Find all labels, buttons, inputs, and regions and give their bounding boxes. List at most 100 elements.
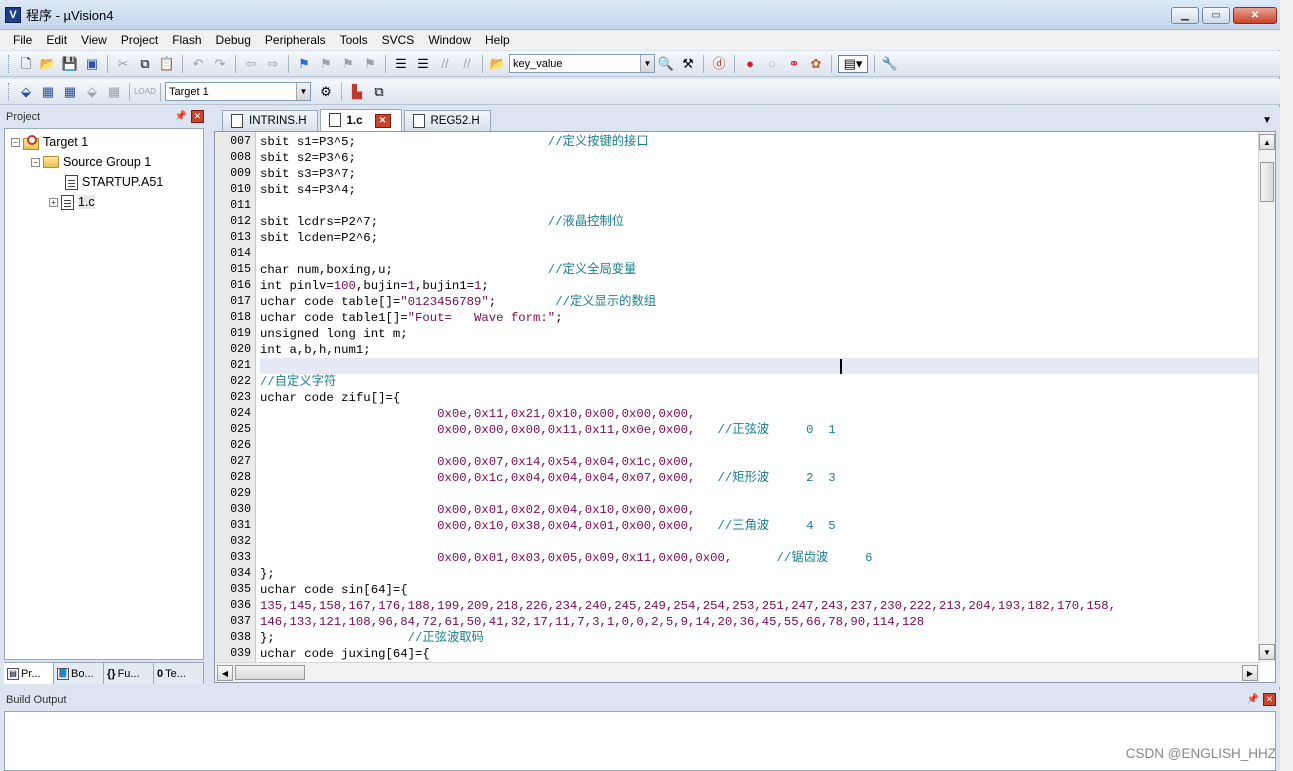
unindent-icon[interactable]: ☰: [414, 55, 432, 73]
code-line[interactable]: 0x00,0x01,0x03,0x05,0x09,0x11,0x00,0x00,…: [260, 550, 872, 566]
target-options-icon[interactable]: ⚙: [317, 83, 335, 101]
code-line[interactable]: sbit lcden=P2^6;: [260, 230, 378, 246]
tab-templates[interactable]: 0 Te...: [154, 663, 204, 684]
disable-breakpoint-icon[interactable]: ○: [763, 55, 781, 73]
menu-flash[interactable]: Flash: [165, 30, 208, 50]
menu-tools[interactable]: Tools: [333, 30, 375, 50]
code-line[interactable]: int pinlv=100,bujin=1,bujin1=1;: [260, 278, 489, 294]
tree-node-source-group[interactable]: − Source Group 1: [31, 153, 151, 171]
rebuild-icon[interactable]: ▦: [61, 83, 79, 101]
menu-window[interactable]: Window: [421, 30, 478, 50]
scroll-right-icon[interactable]: ▶: [1242, 665, 1258, 681]
maximize-button[interactable]: ▭: [1202, 7, 1230, 24]
code-line[interactable]: uchar code sin[64]={: [260, 582, 408, 598]
code-line[interactable]: uchar code table[]="0123456789"; //定义显示的…: [260, 294, 656, 310]
configure-icon[interactable]: 🔧: [881, 55, 899, 73]
horizontal-scrollbar[interactable]: ◀ ▶: [215, 662, 1260, 682]
code-line[interactable]: uchar code juxing[64]={: [260, 646, 430, 662]
toolbar-grip[interactable]: [8, 82, 11, 101]
code-line[interactable]: 0x00,0x00,0x00,0x11,0x11,0x0e,0x00, //正弦…: [260, 422, 836, 438]
translate-icon[interactable]: ⬙: [17, 83, 35, 101]
code-line[interactable]: sbit s3=P3^7;: [260, 166, 356, 182]
new-file-icon[interactable]: 🗋: [17, 55, 35, 73]
code-line[interactable]: 135,145,158,167,176,188,199,209,218,226,…: [260, 598, 1116, 614]
menu-peripherals[interactable]: Peripherals: [258, 30, 333, 50]
code-line[interactable]: 0x00,0x10,0x38,0x04,0x01,0x00,0x00, //三角…: [260, 518, 836, 534]
bookmark-icon[interactable]: ⚑: [295, 55, 313, 73]
menu-view[interactable]: View: [74, 30, 114, 50]
tab-functions[interactable]: {} Fu...: [104, 663, 154, 684]
collapse-icon[interactable]: −: [31, 157, 40, 167]
redo-icon[interactable]: ↷: [211, 55, 229, 73]
file-extensions-icon[interactable]: ⧉: [370, 83, 388, 101]
tab-intrins-h[interactable]: INTRINS.H: [222, 110, 318, 131]
incremental-find-icon[interactable]: ⚒: [679, 55, 697, 73]
code-line[interactable]: }; //正弦波取码: [260, 630, 484, 646]
build-output-text[interactable]: [4, 711, 1276, 771]
code-line[interactable]: sbit s1=P3^5; //定义按键的接口: [260, 134, 649, 150]
batch-build-icon[interactable]: ⬙: [83, 83, 101, 101]
tab-books[interactable]: 📘 Bo...: [54, 663, 104, 684]
scroll-left-icon[interactable]: ◀: [217, 665, 233, 681]
code-line[interactable]: 0x00,0x01,0x02,0x04,0x10,0x00,0x00,: [260, 502, 695, 518]
code-line[interactable]: sbit lcdrs=P2^7; //液晶控制位: [260, 214, 624, 230]
code-line[interactable]: 146,133,121,108,96,84,72,61,50,41,32,17,…: [260, 614, 924, 630]
close-icon[interactable]: ✕: [191, 110, 204, 123]
tree-node-file[interactable]: STARTUP.A51: [65, 173, 163, 191]
cut-icon[interactable]: ✂: [114, 55, 132, 73]
code-line[interactable]: 0x0e,0x11,0x21,0x10,0x00,0x00,0x00,: [260, 406, 695, 422]
close-button[interactable]: ✕: [1233, 7, 1277, 24]
nav-forward-icon[interactable]: ⇨: [264, 55, 282, 73]
find-in-files-icon[interactable]: 📂: [489, 55, 507, 73]
code-editor[interactable]: 007 008 009 010 011 012 013 014 015 016 017 018 019 0…: [214, 131, 1276, 683]
code-line[interactable]: };: [260, 566, 275, 582]
scroll-thumb[interactable]: [235, 665, 305, 680]
prev-bookmark-icon[interactable]: ⚑: [317, 55, 335, 73]
copy-icon[interactable]: ⧉: [136, 55, 154, 73]
tab-list-icon[interactable]: ▼: [1262, 115, 1272, 126]
vertical-scrollbar[interactable]: ▲ ▼: [1258, 132, 1275, 662]
code-line[interactable]: 0x00,0x1c,0x04,0x04,0x04,0x07,0x00, //矩形…: [260, 470, 836, 486]
build-icon[interactable]: ▦: [39, 83, 57, 101]
chevron-down-icon[interactable]: ▼: [640, 55, 654, 72]
download-icon[interactable]: LOAD: [134, 83, 156, 101]
indent-icon[interactable]: ☰: [392, 55, 410, 73]
tab-1-c[interactable]: 1.c ✕: [319, 109, 402, 131]
code-line[interactable]: int a,b,h,num1;: [260, 342, 371, 358]
find-combo[interactable]: key_value ▼: [509, 54, 655, 73]
target-combo[interactable]: Target 1 ▼: [165, 82, 311, 101]
close-tab-icon[interactable]: ✕: [374, 113, 391, 128]
menu-debug[interactable]: Debug: [209, 30, 258, 50]
toolbar-grip[interactable]: [8, 54, 11, 73]
save-all-icon[interactable]: ▣: [83, 55, 101, 73]
find-icon[interactable]: 🔍: [657, 55, 675, 73]
menu-file[interactable]: File: [6, 30, 39, 50]
pin-icon[interactable]: 📌: [175, 111, 187, 122]
nav-back-icon[interactable]: ⇦: [242, 55, 260, 73]
tree-node-target[interactable]: − Target 1: [11, 133, 88, 151]
menu-edit[interactable]: Edit: [39, 30, 74, 50]
uncomment-icon[interactable]: //: [458, 55, 476, 73]
code-line[interactable]: char num,boxing,u; //定义全局变量: [260, 262, 636, 278]
menu-help[interactable]: Help: [478, 30, 517, 50]
menu-project[interactable]: Project: [114, 30, 165, 50]
open-file-icon[interactable]: 📂: [39, 55, 57, 73]
kill-breakpoints-icon[interactable]: ⚭: [785, 55, 803, 73]
save-icon[interactable]: 💾: [61, 55, 79, 73]
pin-icon[interactable]: 📌: [1247, 694, 1259, 705]
scroll-down-icon[interactable]: ▼: [1259, 644, 1275, 660]
undo-icon[interactable]: ↶: [189, 55, 207, 73]
debug-session-icon[interactable]: ⓓ: [710, 55, 728, 73]
window-layout-icon[interactable]: ▤▾: [838, 54, 868, 73]
disable-all-breakpoints-icon[interactable]: ✿: [807, 55, 825, 73]
chevron-down-icon[interactable]: ▼: [296, 83, 310, 100]
code-line[interactable]: unsigned long int m;: [260, 326, 408, 342]
menu-svcs[interactable]: SVCS: [375, 30, 422, 50]
close-icon[interactable]: ✕: [1263, 693, 1276, 706]
code-line[interactable]: uchar code zifu[]={: [260, 390, 400, 406]
code-line[interactable]: sbit s2=P3^6;: [260, 150, 356, 166]
tab-project[interactable]: ▤ Pr...: [4, 663, 54, 684]
code-line[interactable]: //自定义字符: [260, 374, 336, 390]
comment-icon[interactable]: //: [436, 55, 454, 73]
minimize-button[interactable]: ▁: [1171, 7, 1199, 24]
